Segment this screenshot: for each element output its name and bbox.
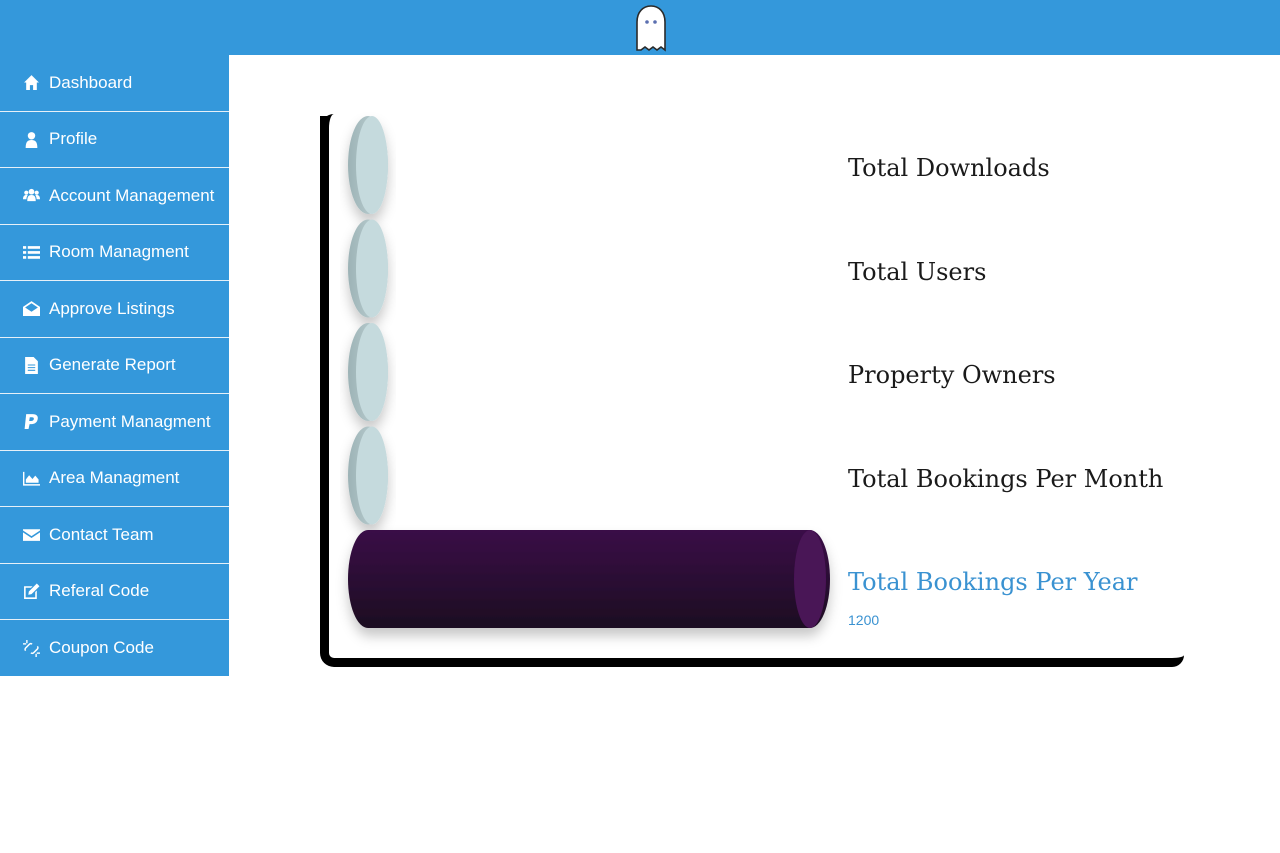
chart-bar-body <box>348 530 830 628</box>
unlink-icon <box>22 639 40 657</box>
sidebar: Dashboard Profile Account Management Roo… <box>0 55 229 676</box>
sidebar-item-dashboard[interactable]: Dashboard <box>0 55 229 112</box>
sidebar-item-label: Dashboard <box>49 72 133 92</box>
paypal-icon <box>22 413 40 431</box>
sidebar-item-label: Approve Listings <box>49 298 175 318</box>
sidebar-item-label: Room Managment <box>49 242 189 262</box>
chart-bar[interactable] <box>348 426 388 525</box>
chart-bar-cap <box>356 219 388 318</box>
sidebar-item-label: Coupon Code <box>49 638 154 658</box>
sidebar-item-coupon-code[interactable]: Coupon Code <box>0 620 229 677</box>
sidebar-item-profile[interactable]: Profile <box>0 112 229 168</box>
envelope-open-icon <box>22 300 40 318</box>
sidebar-item-area-management[interactable]: Area Managment <box>0 451 229 507</box>
chart-category-label[interactable]: Total Bookings Per Year <box>848 568 1138 596</box>
chart-category-label[interactable]: Total Downloads <box>848 154 1050 182</box>
chart-category-label[interactable]: Total Bookings Per Month <box>848 465 1163 493</box>
chart-bar[interactable] <box>348 219 388 318</box>
chart-category-label[interactable]: Property Owners <box>848 361 1056 389</box>
sidebar-item-label: Account Management <box>49 185 215 205</box>
envelope-icon <box>22 526 40 544</box>
chart-bar-cap <box>356 323 388 421</box>
sidebar-item-label: Generate Report <box>49 355 176 375</box>
chart-bar[interactable] <box>348 323 388 421</box>
ghost-logo-icon[interactable] <box>634 4 668 52</box>
file-text-icon <box>22 356 40 374</box>
users-icon <box>22 187 40 205</box>
sidebar-item-contact-team[interactable]: Contact Team <box>0 507 229 564</box>
chart-value-label: 1200 <box>848 612 880 628</box>
sidebar-item-generate-report[interactable]: Generate Report <box>0 338 229 394</box>
chart-bar-cap <box>356 116 388 214</box>
list-icon <box>22 243 40 261</box>
home-icon <box>22 74 40 92</box>
sidebar-item-account-management[interactable]: Account Management <box>0 168 229 225</box>
edit-icon <box>22 582 40 600</box>
sidebar-item-label: Payment Managment <box>49 411 211 431</box>
top-header <box>0 0 1280 55</box>
sidebar-item-label: Contact Team <box>49 524 154 544</box>
chart-bar[interactable] <box>348 530 830 628</box>
area-chart-icon <box>22 469 40 487</box>
sidebar-item-approve-listings[interactable]: Approve Listings <box>0 281 229 338</box>
chart-bar-cap <box>356 426 388 525</box>
sidebar-item-label: Profile <box>49 129 98 149</box>
sidebar-item-payment-management[interactable]: Payment Managment <box>0 394 229 451</box>
chart-bar-cap <box>794 530 826 628</box>
chart-bar[interactable] <box>348 116 388 214</box>
sidebar-item-referal-code[interactable]: Referal Code <box>0 564 229 620</box>
sidebar-item-label: Referal Code <box>49 581 150 601</box>
user-icon <box>22 130 40 148</box>
chart-category-label[interactable]: Total Users <box>848 258 986 286</box>
sidebar-item-label: Area Managment <box>49 468 180 488</box>
sidebar-item-room-management[interactable]: Room Managment <box>0 225 229 281</box>
